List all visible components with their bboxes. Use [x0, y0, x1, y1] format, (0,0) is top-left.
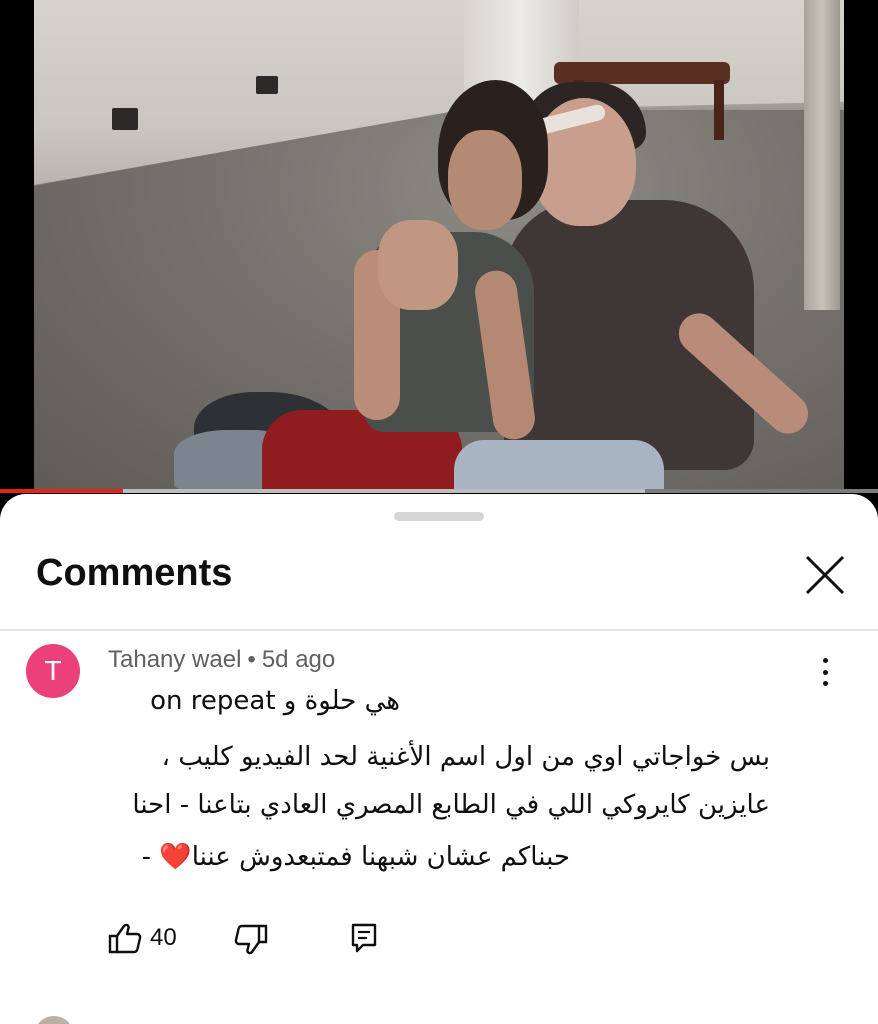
- video-frame: [34, 0, 844, 490]
- progress-played[interactable]: [0, 489, 123, 493]
- comment-line: هي حلوة و on repeat: [150, 686, 400, 716]
- comment-line: عايزين كايروكي اللي في الطابع المصري الع…: [132, 790, 770, 820]
- thumbs-down-icon: [234, 924, 268, 955]
- divider: [0, 629, 878, 631]
- comment-line: بس خواجاتي اوي من اول اسم الأغنية لحد ال…: [161, 742, 770, 772]
- reply-button[interactable]: [350, 922, 378, 954]
- like-count: 40: [150, 924, 177, 951]
- comments-sheet: Comments T Tahany wael • 5d ago هي حلوة و …: [0, 494, 878, 1024]
- close-button[interactable]: [800, 550, 850, 600]
- comment-author[interactable]: Tahany wael: [108, 646, 241, 673]
- like-button[interactable]: 40: [108, 922, 177, 954]
- avatar-letter: T: [44, 655, 62, 686]
- comment-line: حبناكم عشان شبهنا فمتبعدوش عننا❤️ -: [141, 842, 570, 872]
- thumbs-up-icon: [108, 923, 142, 954]
- drag-handle[interactable]: [394, 512, 484, 521]
- reply-comment-icon: [351, 923, 377, 953]
- avatar[interactable]: T: [26, 644, 80, 698]
- more-vertical-icon: [822, 658, 828, 686]
- comment-actions: 40: [108, 922, 408, 962]
- sheet-title: Comments: [36, 552, 233, 594]
- comment-meta: Tahany wael • 5d ago: [108, 646, 335, 674]
- dislike-button[interactable]: [234, 924, 268, 956]
- more-options-button[interactable]: [808, 654, 842, 690]
- video-player[interactable]: [0, 0, 878, 492]
- meta-separator: •: [247, 646, 256, 673]
- comment-time[interactable]: 5d ago: [262, 646, 335, 673]
- close-icon: [805, 555, 845, 595]
